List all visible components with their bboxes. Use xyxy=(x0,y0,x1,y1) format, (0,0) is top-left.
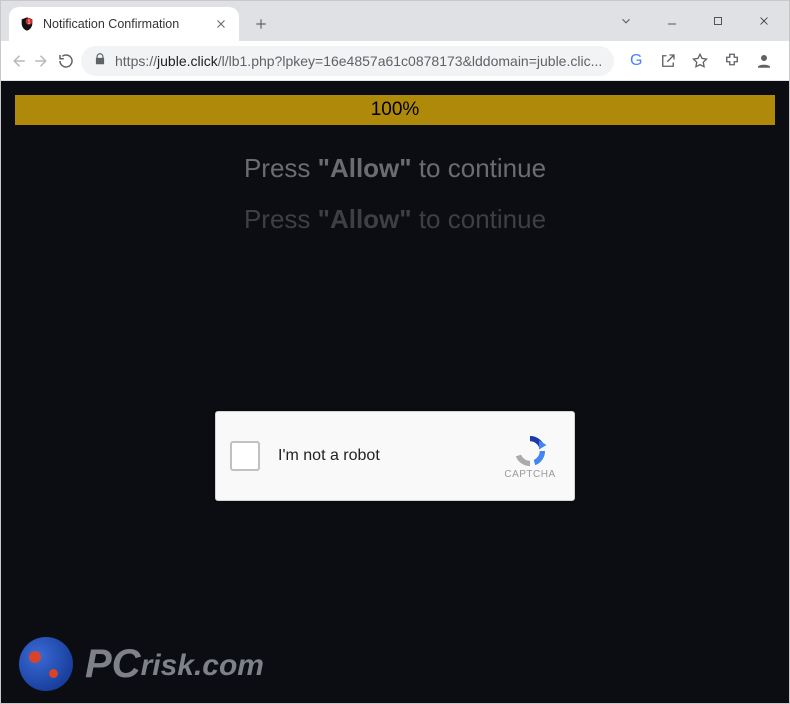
profile-icon[interactable] xyxy=(748,46,780,76)
reload-button[interactable] xyxy=(57,46,75,76)
captcha-checkbox[interactable] xyxy=(230,441,260,471)
minimize-button[interactable] xyxy=(649,1,695,41)
lock-icon xyxy=(93,52,107,69)
browser-tab[interactable]: 1 Notification Confirmation xyxy=(9,7,239,41)
captcha-logo: CAPTCHA xyxy=(500,433,560,480)
bookmark-star-icon[interactable] xyxy=(684,46,716,76)
extensions-icon[interactable] xyxy=(716,46,748,76)
tab-search-button[interactable] xyxy=(603,1,649,41)
toolbar-actions: G xyxy=(620,46,790,76)
captcha-container: I'm not a robot CAPTCHA xyxy=(215,411,575,501)
window-controls xyxy=(603,1,789,41)
favicon-shield-icon: 1 xyxy=(19,16,35,32)
page-viewport: 100% Press "Allow" to continue Press "Al… xyxy=(1,81,789,703)
url-text: https://juble.click/l/lb1.php?lpkey=16e4… xyxy=(115,53,602,69)
url-path: /l/lb1.php?lpkey=16e4857a61c0878173&lddo… xyxy=(218,53,603,69)
tab-title: Notification Confirmation xyxy=(43,17,205,31)
watermark-orb-icon xyxy=(19,637,73,691)
google-search-icon[interactable]: G xyxy=(620,46,652,76)
address-bar[interactable]: https://juble.click/l/lb1.php?lpkey=16e4… xyxy=(81,46,614,76)
svg-text:1: 1 xyxy=(28,19,31,25)
progress-text: 100% xyxy=(371,99,420,121)
browser-window: 1 Notification Confirmation xyxy=(0,0,790,704)
captcha-label: I'm not a robot xyxy=(278,447,500,465)
share-icon[interactable] xyxy=(652,46,684,76)
press-allow-line-1: Press "Allow" to continue xyxy=(1,153,789,184)
tab-close-button[interactable] xyxy=(213,16,229,32)
kebab-menu-icon[interactable] xyxy=(780,46,790,76)
watermark: PCrisk.com xyxy=(19,637,264,691)
toolbar: https://juble.click/l/lb1.php?lpkey=16e4… xyxy=(1,41,789,81)
new-tab-button[interactable] xyxy=(247,10,275,38)
close-window-button[interactable] xyxy=(741,1,787,41)
watermark-text: PCrisk.com xyxy=(85,642,264,687)
maximize-button[interactable] xyxy=(695,1,741,41)
recaptcha-icon xyxy=(512,433,548,469)
title-bar: 1 Notification Confirmation xyxy=(1,1,789,41)
progress-bar: 100% xyxy=(15,95,775,125)
url-scheme: https:// xyxy=(115,53,157,69)
captcha-widget: I'm not a robot CAPTCHA xyxy=(215,411,575,501)
back-button[interactable] xyxy=(9,46,27,76)
tabstrip: 1 Notification Confirmation xyxy=(1,1,603,41)
forward-button[interactable] xyxy=(33,46,51,76)
press-allow-line-2: Press "Allow" to continue xyxy=(1,204,789,235)
captcha-brand: CAPTCHA xyxy=(504,469,555,480)
url-host: juble.click xyxy=(157,53,218,69)
